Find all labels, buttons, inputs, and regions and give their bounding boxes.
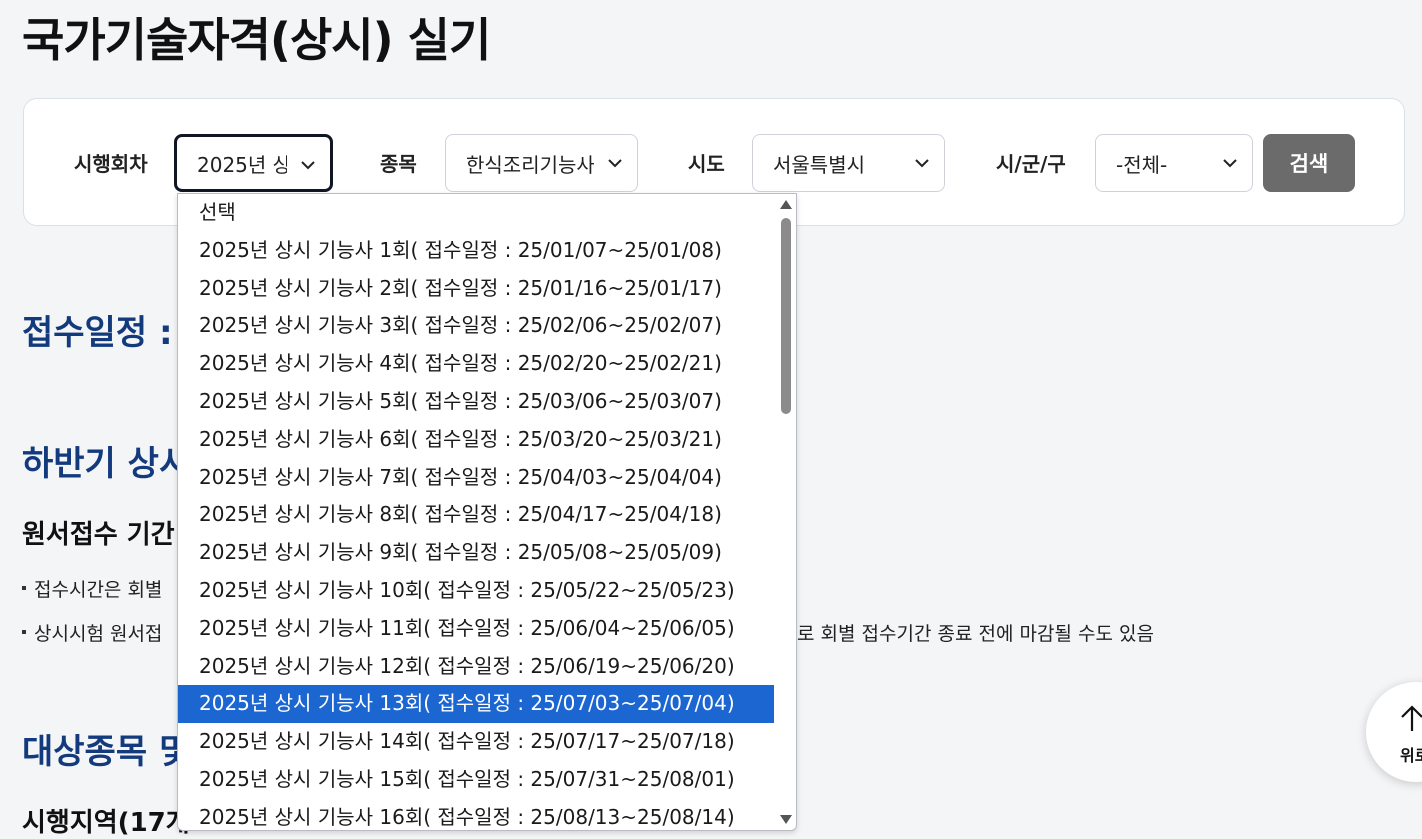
region-label: 시도 (688, 152, 725, 176)
scrollbar-thumb[interactable] (781, 218, 791, 414)
dropdown-option[interactable]: 2025년 상시 기능사 7회( 접수일정 : 25/04/03~25/04/0… (178, 459, 774, 497)
info-bullet: 상시시험 원서접 (22, 619, 162, 646)
dropdown-options: 선택 2025년 상시 기능사 1회( 접수일정 : 25/01/07~25/01… (178, 194, 796, 830)
dropdown-option[interactable]: 2025년 상시 기능사 11회( 접수일정 : 25/06/04~25/06/… (178, 610, 774, 648)
back-to-top-button[interactable]: 위로 (1366, 682, 1422, 782)
region-heading: 시행지역(17개 (22, 808, 190, 838)
dropdown-option[interactable]: 2025년 상시 기능사 5회( 접수일정 : 25/03/06~25/03/0… (178, 383, 774, 421)
dropdown-option[interactable]: 2025년 상시 기능사 1회( 접수일정 : 25/01/07~25/01/0… (178, 232, 774, 270)
bullet-dot (22, 629, 26, 634)
dropdown-option[interactable]: 선택 (178, 194, 774, 232)
dropdown-option[interactable]: 2025년 상시 기능사 4회( 접수일정 : 25/02/20~25/02/2… (178, 345, 774, 383)
dropdown-option[interactable]: 2025년 상시 기능사 9회( 접수일정 : 25/05/08~25/05/0… (178, 534, 774, 572)
bullet-text: 접수시간은 회별 (34, 579, 163, 601)
dropdown-option[interactable]: 2025년 상시 기능사 15회( 접수일정 : 25/07/31~25/08/… (178, 761, 774, 799)
back-to-top-label: 위로 (1400, 746, 1422, 765)
dropdown-option[interactable]: 2025년 상시 기능사 16회( 접수일정 : 25/08/13~25/08/… (178, 799, 774, 830)
chevron-down-icon (915, 159, 929, 168)
schedule-heading: 접수일정 : (22, 313, 173, 353)
dropdown-option[interactable]: 2025년 상시 기능사 2회( 접수일정 : 25/01/16~25/01/1… (178, 270, 774, 308)
dropdown-option[interactable]: 2025년 상시 기능사 10회( 접수일정 : 25/05/22~25/05/… (178, 572, 774, 610)
chevron-down-icon (301, 161, 315, 170)
dropdown-option[interactable]: 2025년 상시 기능사 8회( 접수일정 : 25/04/17~25/04/1… (178, 496, 774, 534)
target-heading: 대상종목 및 (22, 732, 191, 772)
dropdown-option[interactable]: 2025년 상시 기능사 6회( 접수일정 : 25/03/20~25/03/2… (178, 421, 774, 459)
scroll-down-arrow-icon[interactable] (780, 815, 792, 824)
dropdown-option[interactable]: 2025년 상시 기능사 12회( 접수일정 : 25/06/19~25/06/… (178, 648, 774, 686)
info-bullet: 접수시간은 회별 (22, 575, 162, 602)
chevron-down-icon (608, 159, 622, 168)
round-dropdown-list[interactable]: 선택 2025년 상시 기능사 1회( 접수일정 : 25/01/07~25/01… (177, 193, 797, 831)
round-label: 시행회차 (74, 152, 148, 176)
info-bullet-continuation: 로 회별 접수기간 종료 전에 마감될 수도 있음 (797, 623, 1154, 645)
dropdown-option[interactable]: 2025년 상시 기능사 14회( 접수일정 : 25/07/17~25/07/… (178, 723, 774, 761)
scroll-up-arrow-icon[interactable] (780, 200, 792, 209)
bullet-dot (22, 585, 26, 590)
dropdown-option[interactable]: 2025년 상시 기능사 13회( 접수일정 : 25/07/03~25/07/… (178, 685, 774, 724)
second-half-heading: 하반기 상시 (22, 444, 191, 484)
dropdown-option[interactable]: 2025년 상시 기능사 3회( 접수일정 : 25/02/06~25/02/0… (178, 307, 774, 345)
application-period-heading: 원서접수 기간 (22, 520, 175, 550)
region-select-value: 서울특별시 (773, 152, 865, 177)
arrow-up-icon (1401, 705, 1422, 731)
district-select-value: -전체- (1116, 152, 1168, 177)
district-label: 시/군/구 (996, 152, 1066, 176)
category-label: 종목 (380, 152, 417, 176)
category-select[interactable]: 한식조리기능사 (445, 134, 638, 192)
page-title: 국가기술자격(상시) 실기 (22, 13, 491, 67)
region-select[interactable]: 서울특별시 (752, 134, 945, 192)
bullet-text: 상시시험 원서접 (34, 623, 163, 645)
round-select[interactable]: 2025년 상 (174, 134, 333, 192)
chevron-down-icon (1223, 159, 1237, 168)
search-button[interactable]: 검색 (1263, 134, 1355, 192)
round-select-value: 2025년 상 (197, 152, 287, 177)
district-select[interactable]: -전체- (1095, 134, 1253, 192)
category-select-value: 한식조리기능사 (466, 152, 594, 177)
